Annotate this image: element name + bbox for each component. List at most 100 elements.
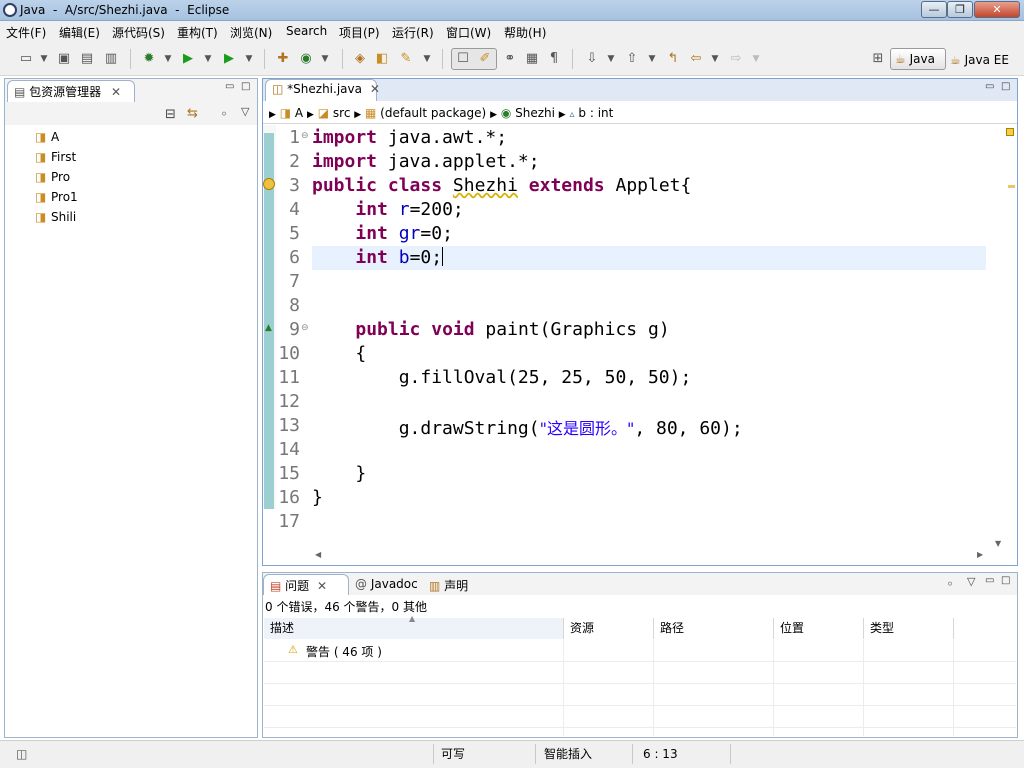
- menu-refactor[interactable]: 重构(T): [177, 24, 218, 41]
- override-marker-icon[interactable]: ▲: [265, 323, 272, 333]
- back-icon[interactable]: ⇦: [688, 51, 704, 67]
- next-annotation-icon[interactable]: ⇩: [584, 51, 600, 67]
- fast-view-icon[interactable]: ◫: [16, 746, 27, 762]
- perspective-java-ee[interactable]: ☕ Java EE: [950, 52, 1009, 68]
- java-project-icon: ◨: [35, 210, 47, 224]
- toggle-breadcrumb-icon[interactable]: ☐: [455, 51, 471, 67]
- class-name: Shezhi: [452, 175, 518, 196]
- maximize-editor-icon[interactable]: □: [1001, 81, 1010, 92]
- close-icon[interactable]: ✕: [370, 82, 380, 96]
- tab-problems[interactable]: ▤ 问题 ✕: [263, 574, 349, 595]
- menu-window[interactable]: 窗口(W): [446, 24, 491, 41]
- menu-edit[interactable]: 编辑(E): [59, 24, 100, 41]
- search-icon[interactable]: ✎: [398, 51, 414, 67]
- breadcrumb-class[interactable]: Shezhi: [515, 106, 555, 120]
- save-all-icon[interactable]: ▤: [79, 51, 95, 67]
- close-icon[interactable]: ✕: [111, 85, 121, 99]
- last-edit-icon[interactable]: ↰: [665, 51, 681, 67]
- column-header-type[interactable]: 类型: [864, 618, 954, 639]
- tab-javadoc[interactable]: @ Javadoc: [355, 577, 418, 591]
- view-menu-icon[interactable]: ▽: [241, 105, 249, 118]
- forward-dropdown-icon[interactable]: ▼: [748, 51, 764, 67]
- run-dropdown-icon[interactable]: ▼: [200, 51, 216, 67]
- column-header-path[interactable]: 路径: [654, 618, 774, 639]
- save-icon[interactable]: ▣: [56, 51, 72, 67]
- overview-warning-mark[interactable]: [1008, 185, 1015, 188]
- maximize-button[interactable]: ❐: [947, 1, 973, 18]
- breadcrumb-package[interactable]: (default package): [380, 106, 486, 120]
- new-java-project-icon[interactable]: ✚: [275, 51, 291, 67]
- show-whitespace-icon[interactable]: ▦: [524, 51, 540, 67]
- scroll-left-icon[interactable]: ◀: [315, 550, 321, 559]
- minimize-button[interactable]: —: [921, 1, 947, 18]
- print-icon[interactable]: ▥: [103, 51, 119, 67]
- back-dropdown-icon[interactable]: ▼: [707, 51, 723, 67]
- view-menu-icon[interactable]: ▽: [967, 575, 975, 588]
- close-button[interactable]: ✕: [974, 1, 1020, 18]
- debug-icon[interactable]: ✹: [141, 51, 157, 67]
- breadcrumb-project[interactable]: A: [295, 106, 303, 120]
- search-dropdown-icon[interactable]: ▼: [419, 51, 435, 67]
- debug-dropdown-icon[interactable]: ▼: [160, 51, 176, 67]
- close-icon[interactable]: ✕: [317, 579, 327, 593]
- open-type-icon[interactable]: ◈: [352, 51, 368, 67]
- external-tools-dropdown-icon[interactable]: ▼: [241, 51, 257, 67]
- filter-icon[interactable]: ⚬: [219, 107, 229, 121]
- filter-icon[interactable]: ⚬: [945, 577, 955, 591]
- code-text: java.awt.*;: [377, 127, 508, 148]
- tab-package-explorer[interactable]: ▤ 包资源管理器 ✕: [7, 80, 135, 102]
- menu-help[interactable]: 帮助(H): [504, 24, 546, 41]
- paragraph-icon[interactable]: ¶: [546, 51, 562, 67]
- column-header-location[interactable]: 位置: [774, 618, 864, 639]
- open-perspective-icon[interactable]: ⊞: [870, 51, 886, 67]
- scroll-down-icon[interactable]: ▼: [995, 539, 1001, 548]
- mark-occurrences-icon[interactable]: ✐: [477, 51, 493, 67]
- column-header-resource[interactable]: 资源: [564, 618, 654, 639]
- prev-annotation-icon[interactable]: ⇧: [624, 51, 640, 67]
- run-icon[interactable]: ▶: [180, 51, 196, 67]
- perspective-java[interactable]: ☕ Java: [890, 48, 946, 70]
- menu-search[interactable]: Search: [286, 24, 327, 38]
- tree-item-project[interactable]: ◨ Pro: [35, 168, 70, 188]
- new-class-dropdown-icon[interactable]: ▼: [317, 51, 333, 67]
- warning-marker-icon[interactable]: [263, 178, 275, 190]
- tab-declaration[interactable]: ▥ 声明: [429, 577, 468, 594]
- table-row[interactable]: ⚠ 警告 ( 46 项 ): [264, 640, 1016, 662]
- new-class-icon[interactable]: ◉: [298, 51, 314, 67]
- next-annotation-dropdown-icon[interactable]: ▼: [603, 51, 619, 67]
- prev-annotation-dropdown-icon[interactable]: ▼: [644, 51, 660, 67]
- menu-project[interactable]: 项目(P): [339, 24, 380, 41]
- package-explorer-icon: ▤: [14, 85, 26, 99]
- minimize-editor-icon[interactable]: ▭: [985, 81, 994, 92]
- menu-file[interactable]: 文件(F): [6, 24, 46, 41]
- field-icon: ▵: [569, 109, 575, 120]
- overview-warning-icon[interactable]: [1006, 128, 1014, 136]
- tree-item-project[interactable]: ◨ Pro1: [35, 188, 78, 208]
- new-icon[interactable]: ▭: [18, 51, 34, 67]
- minimize-view-icon[interactable]: ▭: [985, 575, 994, 586]
- block-selection-icon[interactable]: ⚭: [502, 51, 518, 67]
- breadcrumb-src[interactable]: src: [333, 106, 351, 120]
- maximize-view-icon[interactable]: □: [1001, 575, 1010, 586]
- code-editor[interactable]: 1 2 3 4 5 6 7 8 9 10 11 12 13 14 15 16 1…: [276, 127, 986, 547]
- collapse-all-icon[interactable]: ⊟: [165, 107, 176, 122]
- tree-item-project[interactable]: ◨ First: [35, 148, 76, 168]
- menu-run[interactable]: 运行(R): [392, 24, 434, 41]
- minimize-view-icon[interactable]: ▭: [225, 81, 234, 92]
- new-dropdown-icon[interactable]: ▼: [36, 51, 52, 67]
- menu-source[interactable]: 源代码(S): [112, 24, 165, 41]
- scroll-right-icon[interactable]: ▶: [977, 550, 983, 559]
- horizontal-scrollbar[interactable]: ◀ ▶: [313, 549, 983, 563]
- menu-navigate[interactable]: 浏览(N): [230, 24, 272, 41]
- open-folder-icon[interactable]: ◧: [374, 51, 390, 67]
- breadcrumb-field[interactable]: b : int: [578, 106, 613, 120]
- external-tools-icon[interactable]: ▶: [221, 51, 237, 67]
- tree-item-project[interactable]: ◨ Shili: [35, 208, 76, 228]
- link-editor-icon[interactable]: ⇆: [187, 106, 198, 121]
- tab-shezhi-java[interactable]: ◫ *Shezhi.java ✕: [265, 79, 380, 101]
- maximize-view-icon[interactable]: □: [241, 81, 250, 92]
- column-divider: [653, 640, 654, 736]
- tree-item-project[interactable]: ◨ A: [35, 128, 59, 148]
- forward-icon[interactable]: ⇨: [728, 51, 744, 67]
- line-number: 9: [289, 319, 300, 340]
